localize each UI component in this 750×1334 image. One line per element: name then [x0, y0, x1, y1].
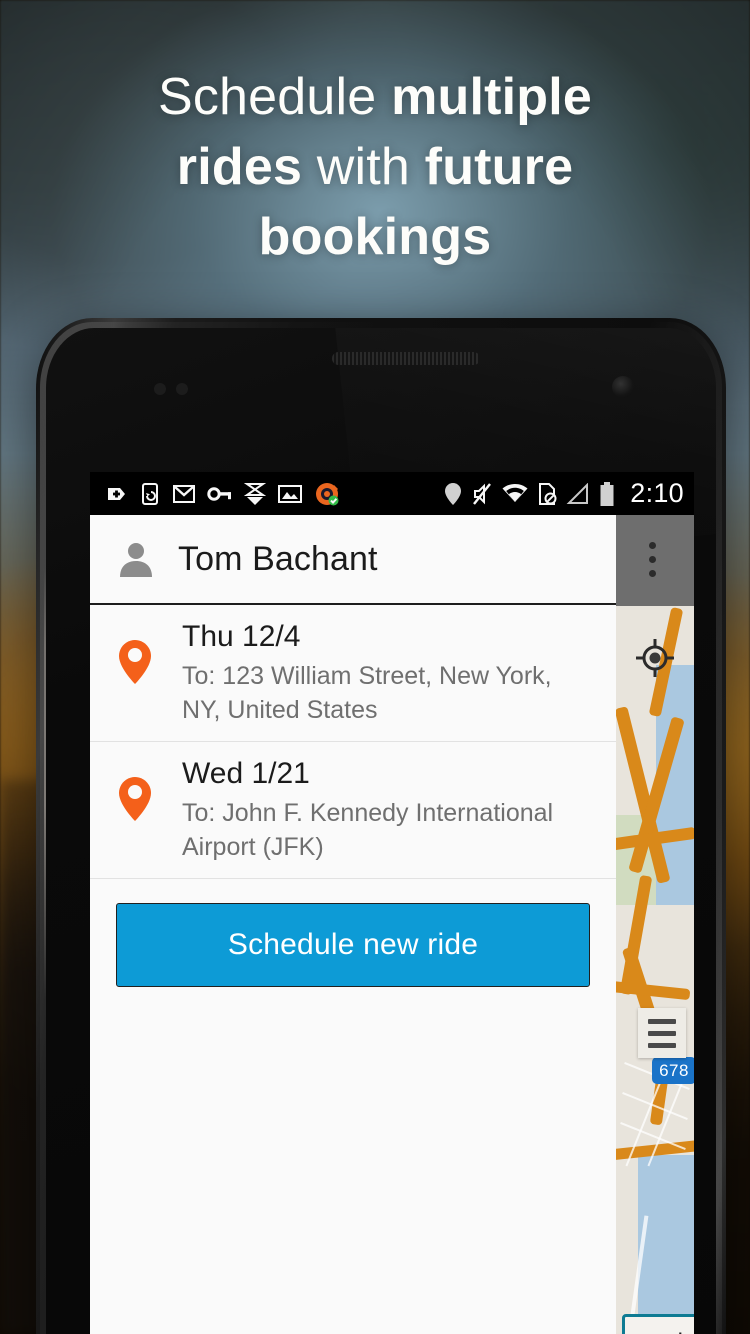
map-highway [616, 980, 691, 1001]
headline-line-2: rides with future [177, 138, 573, 196]
wifi-icon [502, 483, 528, 502]
sd-card-disabled-icon [539, 482, 557, 505]
ride-date: Wed 1/21 [182, 757, 310, 790]
overflow-dot [649, 542, 656, 549]
app-body: 678 in. [90, 515, 694, 1334]
overflow-dot [649, 570, 656, 577]
headline-text-light-2: with [302, 138, 425, 196]
map-pin-icon [119, 777, 151, 821]
map-menu-bar [648, 1018, 676, 1024]
eta-card: in. [622, 1314, 694, 1334]
location-pin-icon [445, 482, 462, 505]
ride-destination: To: John F. Kennedy International Airpor… [182, 799, 554, 861]
headline-text-bold-1: multiple [391, 68, 593, 126]
headline-line-3: bookings [258, 208, 492, 266]
map-view[interactable]: 678 in. [616, 515, 694, 1334]
headline-text-bold-2: rides [176, 138, 303, 196]
status-bar-notification-icons [104, 481, 444, 507]
status-bar: 2:10 [90, 472, 694, 515]
plus-badge-icon [108, 487, 125, 500]
map-menu-icon[interactable] [638, 1008, 686, 1058]
image-icon [278, 484, 302, 503]
map-menu-bar [648, 1042, 676, 1048]
status-bar-system-icons: 2:10 [444, 480, 684, 507]
app-header[interactable]: Tom Bachant [90, 515, 616, 605]
phone-glass: 2:10 678 Tom Bachant Thu 12/4 To: 123 Wi… [46, 328, 716, 1334]
phone-device: 2:10 678 Tom Bachant Thu 12/4 To: 123 Wi… [36, 318, 726, 1334]
proximity-sensor-icon [154, 383, 166, 395]
mute-icon [473, 482, 492, 505]
map-pin-icon [119, 640, 151, 684]
promo-screenshot: Schedule multiple rides with future book… [0, 0, 750, 1334]
gmail-icon [173, 484, 195, 503]
rides-panel: Tom Bachant Thu 12/4 To: 123 William Str… [90, 515, 616, 1334]
android-screen: 2:10 678 Tom Bachant Thu 12/4 To: 123 Wi… [90, 472, 694, 1334]
overflow-menu-strip[interactable] [616, 515, 694, 606]
phone-sync-icon [142, 482, 158, 505]
schedule-new-ride-button[interactable]: Schedule new ride [116, 903, 590, 987]
earpiece-speaker-icon [332, 352, 480, 365]
person-icon [120, 543, 152, 577]
front-camera-icon [612, 376, 634, 398]
battery-icon [600, 481, 614, 506]
vpn-key-icon [207, 486, 231, 501]
signal-icon [566, 482, 589, 504]
headline-text-light-1: Schedule [157, 68, 392, 126]
ride-destination: To: 123 William Street, New York, NY, Un… [182, 662, 552, 724]
my-location-icon[interactable] [634, 637, 676, 679]
user-name: Tom Bachant [178, 539, 378, 578]
highway-shield: 678 [652, 1057, 694, 1084]
overflow-menu-icon[interactable] [649, 542, 656, 577]
light-sensor-icon [176, 383, 188, 395]
list-item[interactable]: Thu 12/4 To: 123 William Street, New Yor… [90, 605, 616, 742]
list-item[interactable]: Wed 1/21 To: John F. Kennedy Internation… [90, 742, 616, 879]
status-bar-clock: 2:10 [630, 478, 684, 508]
headline-line-1: Schedule multiple [158, 68, 592, 126]
promo-headline: Schedule multiple rides with future book… [0, 62, 750, 272]
cta-container: Schedule new ride [90, 879, 616, 987]
overflow-dot [649, 556, 656, 563]
app-orange-icon [316, 482, 339, 505]
download-icon [244, 482, 266, 505]
headline-text-bold-3: future [424, 138, 574, 196]
ride-date: Thu 12/4 [182, 620, 301, 653]
map-water-area [638, 1155, 694, 1334]
map-menu-bar [648, 1030, 676, 1036]
